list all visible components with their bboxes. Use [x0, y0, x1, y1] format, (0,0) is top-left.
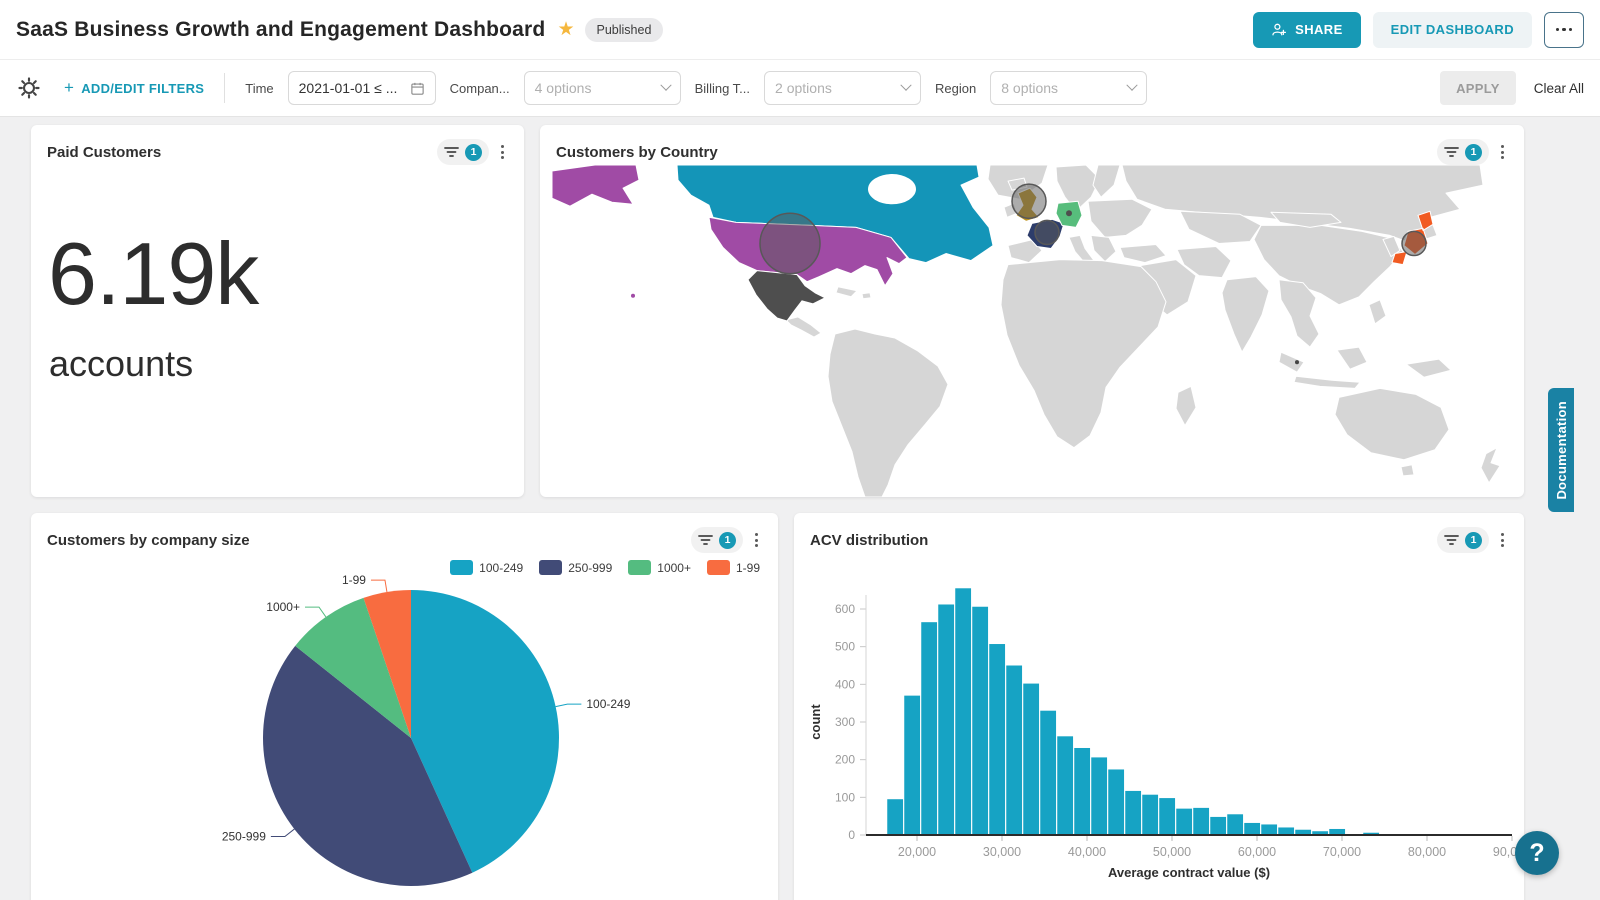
svg-text:100-249: 100-249 — [586, 697, 630, 711]
filter-icon — [698, 534, 713, 546]
chevron-down-icon — [660, 80, 671, 91]
chevron-down-icon — [1127, 80, 1138, 91]
filter-icon — [444, 146, 459, 158]
svg-text:80,000: 80,000 — [1408, 845, 1446, 859]
filter-icon — [1444, 146, 1459, 158]
svg-text:100: 100 — [835, 790, 855, 804]
bubble-japan[interactable] — [1402, 231, 1426, 255]
card-title: Customers by Country — [556, 144, 718, 161]
more-options-button[interactable] — [1544, 12, 1584, 48]
svg-text:1-99: 1-99 — [342, 573, 366, 587]
filter-count-badge: 1 — [465, 144, 482, 161]
filter-count-badge: 1 — [719, 532, 736, 549]
filter-count-badge: 1 — [1465, 144, 1482, 161]
bubble-france[interactable] — [1035, 220, 1059, 244]
world-map[interactable] — [540, 165, 1524, 497]
paid-customers-card: Paid Customers 1 6.19k accounts — [31, 125, 524, 497]
company-filter-select[interactable]: 4 options — [524, 71, 681, 105]
time-filter-input[interactable]: 2021-01-01 ≤ ... — [288, 71, 436, 105]
page-title: SaaS Business Growth and Engagement Dash… — [16, 18, 545, 42]
company-size-card: Customers by company size 1 100-249 250-9… — [31, 513, 778, 900]
svg-text:1000+: 1000+ — [266, 600, 300, 614]
widget-menu-button[interactable] — [747, 527, 766, 553]
card-title: ACV distribution — [810, 532, 928, 549]
dashboard-content: Paid Customers 1 6.19k accounts Customer… — [0, 117, 1600, 900]
svg-text:50,000: 50,000 — [1153, 845, 1191, 859]
region-filter-select[interactable]: 8 options — [990, 71, 1147, 105]
widget-menu-button[interactable] — [493, 139, 512, 165]
widget-filter-button[interactable]: 1 — [691, 527, 743, 553]
filter-label-billing: Billing T... — [695, 81, 750, 96]
filter-icon — [1444, 534, 1459, 546]
add-edit-filters-button[interactable]: + ADD/EDIT FILTERS — [64, 78, 204, 98]
widget-filter-button[interactable]: 1 — [1437, 139, 1489, 165]
edit-dashboard-button[interactable]: EDIT DASHBOARD — [1373, 12, 1532, 48]
plus-icon: + — [64, 78, 74, 98]
clear-all-button[interactable]: Clear All — [1534, 81, 1584, 96]
svg-text:300: 300 — [835, 715, 855, 729]
card-title: Paid Customers — [47, 144, 161, 161]
svg-text:600: 600 — [835, 602, 855, 616]
hawaii-dot — [631, 294, 635, 298]
filter-label-region: Region — [935, 81, 976, 96]
filter-label-company: Compan... — [450, 81, 510, 96]
filter-label-time: Time — [245, 81, 273, 96]
widget-menu-button[interactable] — [1493, 139, 1512, 165]
histogram[interactable]: 0 100 200 300 400 500 600 20,000 30,000 40,000 50,… — [794, 557, 1524, 900]
divider — [224, 73, 225, 103]
calendar-icon — [410, 81, 425, 96]
gear-icon[interactable] — [16, 75, 42, 101]
svg-text:500: 500 — [835, 640, 855, 654]
chevron-down-icon — [900, 80, 911, 91]
documentation-tab[interactable]: Documentation — [1548, 388, 1574, 512]
bubble-united-states[interactable] — [760, 213, 820, 273]
svg-text:200: 200 — [835, 753, 855, 767]
widget-filter-button[interactable]: 1 — [437, 139, 489, 165]
bubble-united-kingdom[interactable] — [1012, 184, 1046, 218]
top-header: SaaS Business Growth and Engagement Dash… — [0, 0, 1600, 60]
singapore-dot — [1295, 360, 1299, 364]
billing-filter-select[interactable]: 2 options — [764, 71, 921, 105]
pie-chart[interactable]: 100-249 250-999 1000+ 1-99 — [31, 557, 778, 900]
svg-text:30,000: 30,000 — [983, 845, 1021, 859]
svg-text:250-999: 250-999 — [222, 829, 266, 843]
filter-count-badge: 1 — [1465, 532, 1482, 549]
svg-text:count: count — [808, 704, 823, 740]
customers-by-country-card: Customers by Country 1 — [540, 125, 1524, 497]
hudson-bay — [868, 174, 916, 204]
published-badge: Published — [585, 18, 664, 42]
svg-text:400: 400 — [835, 677, 855, 691]
share-button[interactable]: SHARE — [1253, 12, 1361, 48]
question-mark-icon: ? — [1529, 839, 1544, 868]
widget-menu-button[interactable] — [1493, 527, 1512, 553]
svg-text:40,000: 40,000 — [1068, 845, 1106, 859]
svg-text:70,000: 70,000 — [1323, 845, 1361, 859]
help-button[interactable]: ? — [1515, 831, 1559, 875]
apply-button[interactable]: APPLY — [1440, 71, 1516, 105]
svg-text:Average contract value ($): Average contract value ($) — [1108, 865, 1270, 880]
kpi-value: 6.19k — [31, 165, 524, 325]
svg-text:0: 0 — [848, 828, 855, 842]
share-person-icon — [1271, 22, 1287, 38]
card-title: Customers by company size — [47, 532, 250, 549]
kpi-unit: accounts — [31, 325, 524, 385]
svg-text:60,000: 60,000 — [1238, 845, 1276, 859]
filter-bar: + ADD/EDIT FILTERS Time 2021-01-01 ≤ ...… — [0, 60, 1600, 117]
svg-text:20,000: 20,000 — [898, 845, 936, 859]
widget-filter-button[interactable]: 1 — [1437, 527, 1489, 553]
favorite-star-icon[interactable]: ★ — [557, 18, 574, 41]
bubble-germany[interactable] — [1066, 210, 1072, 216]
acv-distribution-card: ACV distribution 1 0 100 200 300 400 500 600 20… — [794, 513, 1524, 900]
